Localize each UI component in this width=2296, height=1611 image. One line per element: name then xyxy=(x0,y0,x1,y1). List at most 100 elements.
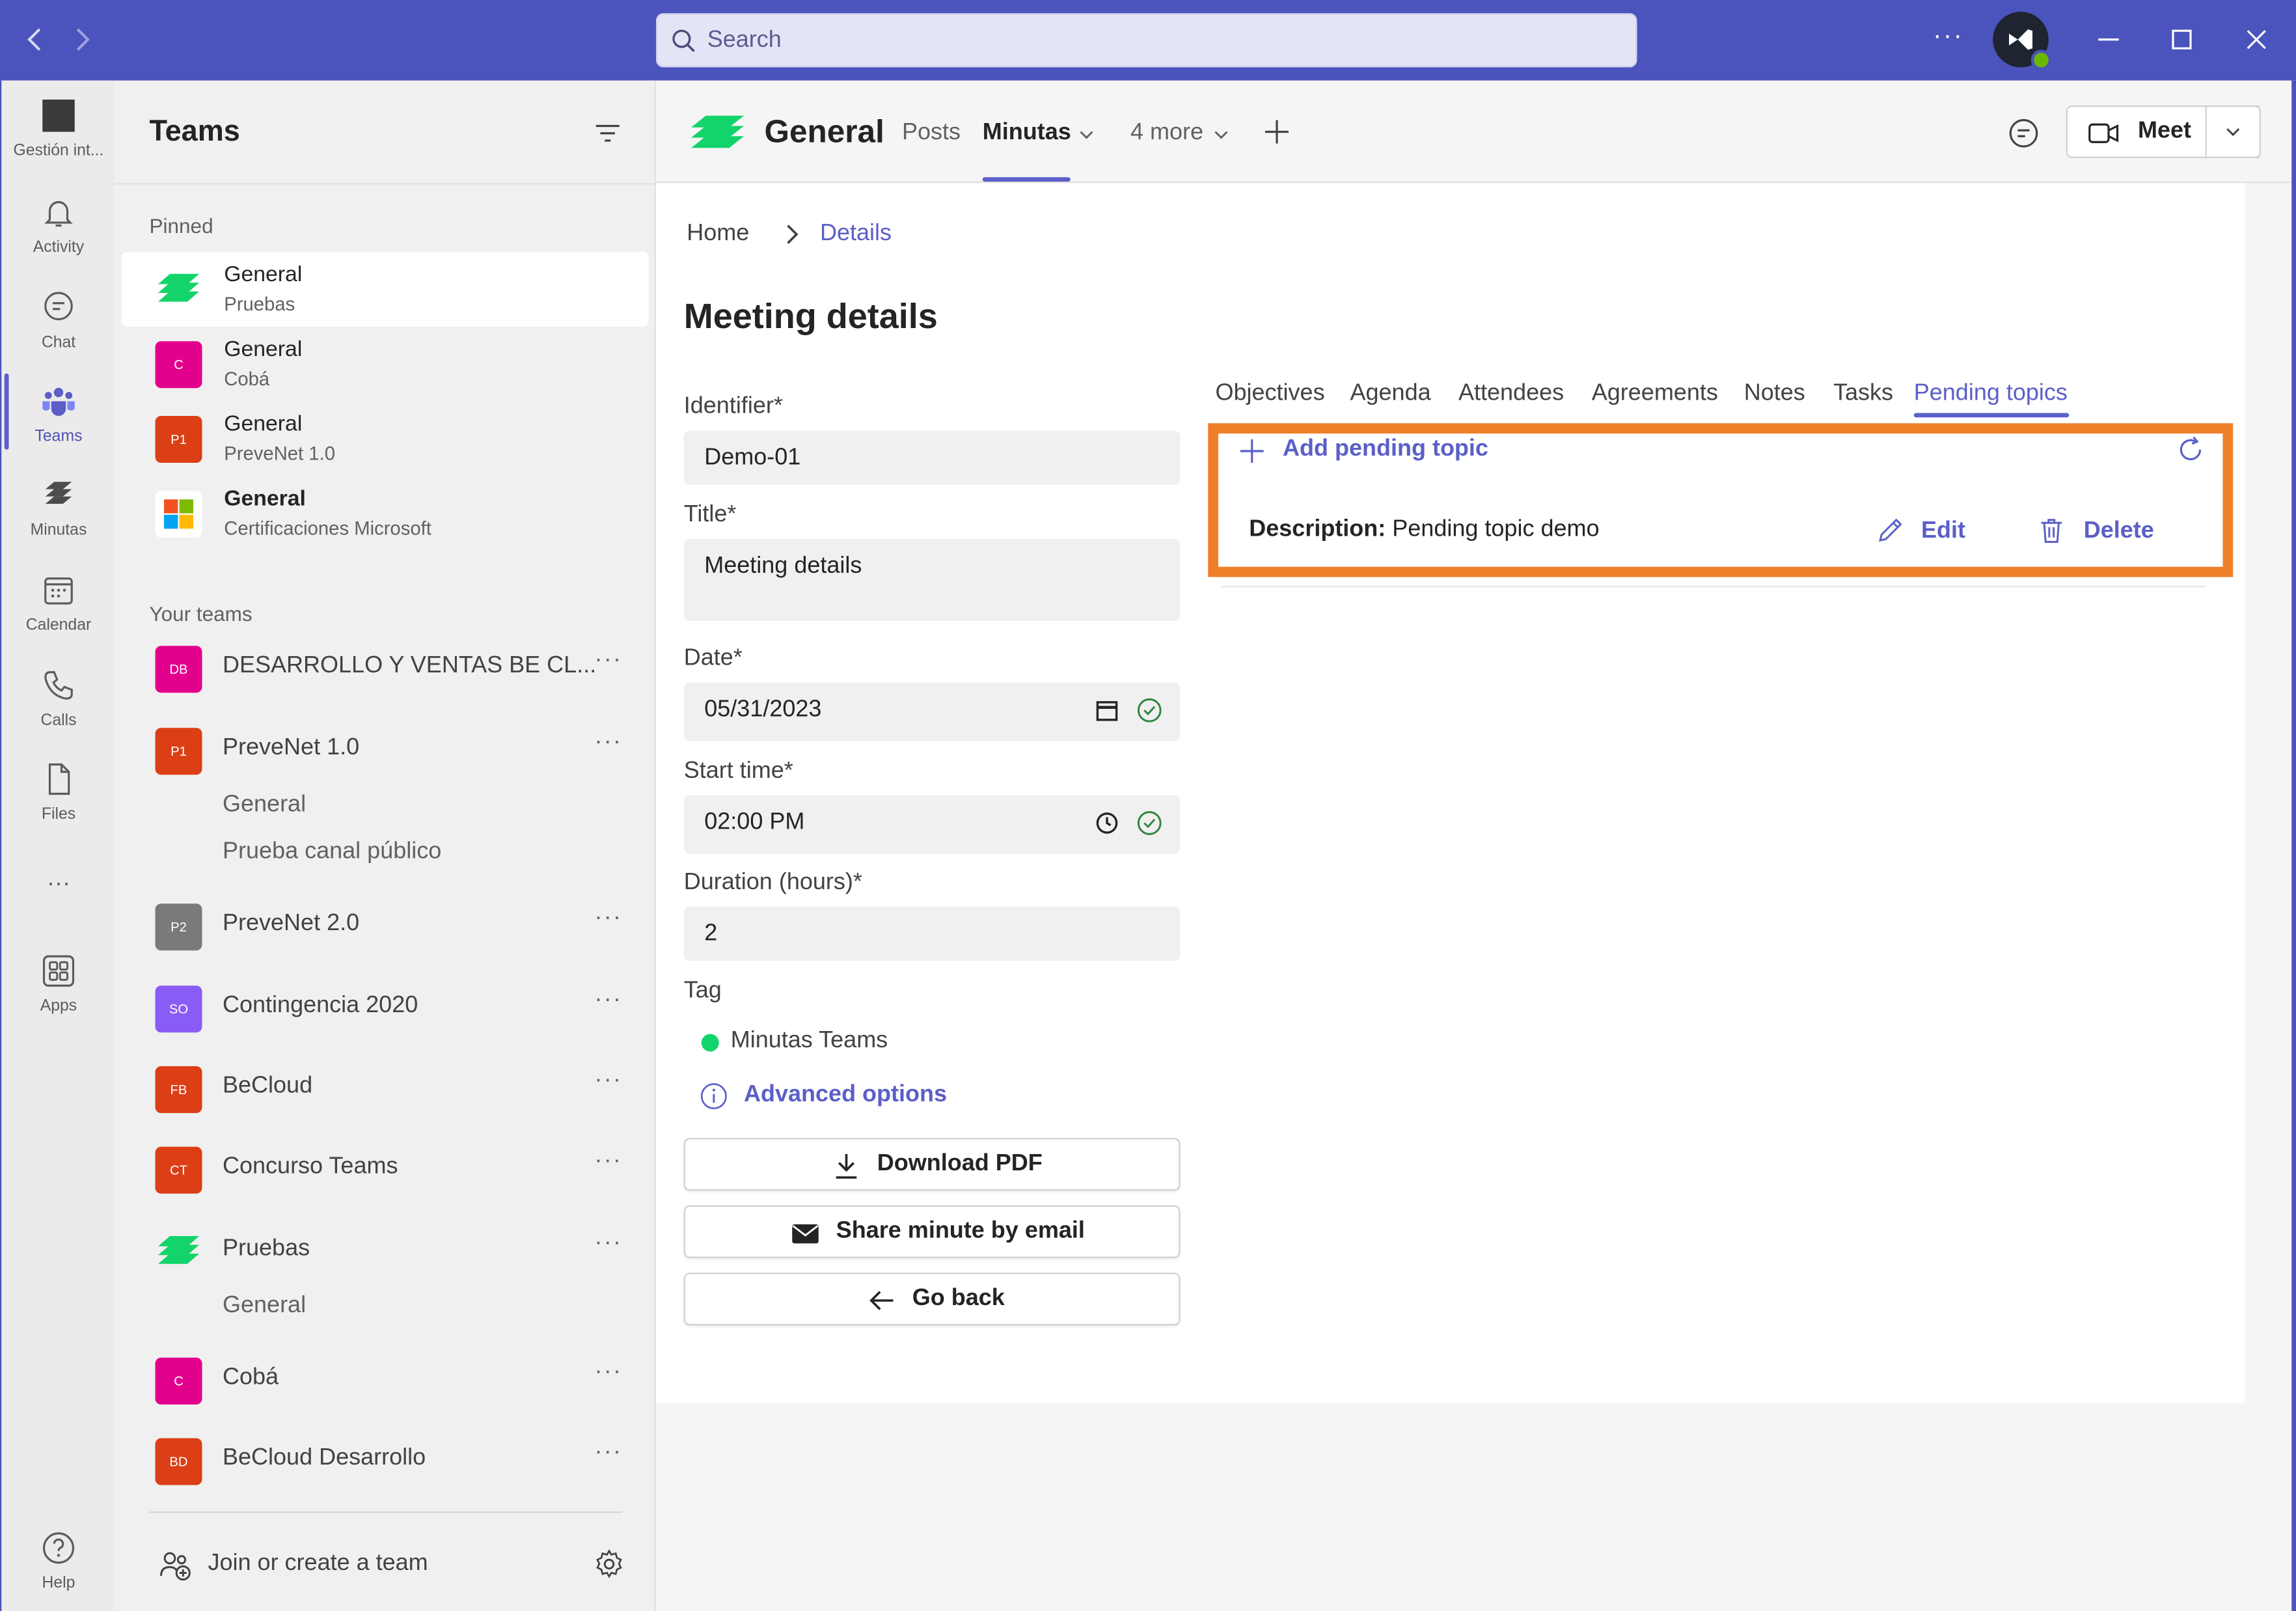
meet-dropdown-button[interactable] xyxy=(2205,105,2261,158)
tab-pending-topics[interactable]: Pending topics xyxy=(1914,381,2068,407)
pinned-item-general-certificaciones[interactable]: General Certificaciones Microsoft xyxy=(122,476,649,551)
go-back-label: Go back xyxy=(912,1286,1005,1311)
avatar[interactable] xyxy=(1993,12,2052,70)
settings-more-icon[interactable]: ··· xyxy=(1933,21,1963,51)
search-input[interactable]: Search xyxy=(656,13,1637,68)
divider xyxy=(149,1511,623,1513)
conversation-icon[interactable] xyxy=(2006,116,2042,151)
team-row[interactable]: P2 PreveNet 2.0 ··· xyxy=(115,896,657,955)
chevron-down-icon[interactable] xyxy=(1078,128,1095,143)
rail-item-apps[interactable]: Apps xyxy=(1,954,116,1045)
back-arrow-icon[interactable] xyxy=(21,23,50,56)
date-label: Date* xyxy=(683,646,743,671)
pinned-item-subtitle: Certificaciones Microsoft xyxy=(224,517,431,539)
tab-more[interactable]: 4 more xyxy=(1130,120,1203,147)
pinned-item-title: General xyxy=(224,337,303,362)
channel-item[interactable]: General xyxy=(223,1293,306,1320)
more-options-icon[interactable]: ··· xyxy=(595,987,623,1014)
gear-icon[interactable] xyxy=(593,1548,625,1580)
more-options-icon[interactable]: ··· xyxy=(595,1440,623,1466)
more-options-icon[interactable]: ··· xyxy=(595,1067,623,1094)
tab-objectives[interactable]: Objectives xyxy=(1216,381,1325,407)
maximize-icon[interactable] xyxy=(2163,21,2201,59)
rail-item-more[interactable]: ··· xyxy=(1,872,116,963)
calendar-icon[interactable] xyxy=(1094,697,1121,724)
file-icon xyxy=(48,763,70,795)
pruebas-logo-icon xyxy=(691,115,744,148)
more-options-icon[interactable]: ··· xyxy=(595,648,623,674)
team-row[interactable]: P1 PreveNet 1.0 ··· xyxy=(115,721,657,779)
rail-item-gestion[interactable]: Gestión int... xyxy=(1,98,116,189)
team-row[interactable]: C Cobá ··· xyxy=(115,1351,657,1409)
pinned-item-general-coba[interactable]: C General Cobá xyxy=(122,327,649,402)
tab-notes[interactable]: Notes xyxy=(1744,381,1805,407)
start-time-field[interactable]: 02:00 PM xyxy=(683,795,1181,854)
forward-arrow-icon[interactable] xyxy=(68,23,97,56)
pinned-item-general-prevenet[interactable]: P1 General PreveNet 1.0 xyxy=(122,402,649,476)
breadcrumb-home[interactable]: Home xyxy=(687,221,749,248)
more-options-icon[interactable]: ··· xyxy=(595,1230,623,1257)
more-options-icon[interactable]: ··· xyxy=(595,905,623,932)
tab-tasks[interactable]: Tasks xyxy=(1833,381,1893,407)
close-icon[interactable] xyxy=(2237,21,2276,59)
team-row[interactable]: BD BeCloud Desarrollo ··· xyxy=(115,1431,657,1489)
title-field[interactable]: Meeting details xyxy=(683,539,1181,621)
team-badge: C xyxy=(155,341,202,389)
team-name: PreveNet 1.0 xyxy=(223,735,360,760)
info-icon xyxy=(700,1083,727,1110)
channel-item[interactable]: General xyxy=(223,792,306,819)
duration-value: 2 xyxy=(704,921,718,946)
start-time-label: Start time* xyxy=(683,758,793,784)
pinned-item-general-pruebas[interactable]: General Pruebas xyxy=(121,252,649,327)
download-pdf-button[interactable]: Download PDF xyxy=(683,1138,1181,1191)
add-people-icon xyxy=(160,1552,191,1581)
team-row[interactable]: DB DESARROLLO Y VENTAS BE CL... ··· xyxy=(115,639,657,697)
team-row[interactable]: Pruebas ··· xyxy=(115,1222,657,1280)
rail-item-label: Teams xyxy=(34,428,83,445)
add-tab-icon[interactable] xyxy=(1263,117,1292,146)
tab-agenda[interactable]: Agenda xyxy=(1350,381,1431,407)
rail-item-chat[interactable]: Chat xyxy=(1,290,116,381)
team-badge: FB xyxy=(155,1066,202,1113)
rail-item-label: Minutas xyxy=(30,521,87,539)
tab-minutas[interactable]: Minutas xyxy=(983,120,1071,147)
filter-icon[interactable] xyxy=(592,118,624,148)
team-row[interactable]: SO Contingencia 2020 ··· xyxy=(115,978,657,1037)
divider xyxy=(1221,586,2206,588)
rail-item-calendar[interactable]: Calendar xyxy=(1,573,116,664)
rail-item-minutas[interactable]: Minutas xyxy=(1,478,116,569)
more-options-icon[interactable]: ··· xyxy=(595,730,623,756)
team-badge: C xyxy=(155,1357,202,1405)
pruebas-logo-icon xyxy=(158,273,199,302)
rail-item-calls[interactable]: Calls xyxy=(1,668,116,759)
channel-item[interactable]: Prueba canal público xyxy=(223,839,441,866)
breadcrumb-details[interactable]: Details xyxy=(820,221,892,248)
chevron-down-icon[interactable] xyxy=(1212,128,1230,143)
share-email-button[interactable]: Share minute by email xyxy=(683,1205,1181,1258)
rail-item-help[interactable]: Help xyxy=(1,1530,116,1611)
go-back-button[interactable]: Go back xyxy=(683,1273,1181,1326)
minimize-icon[interactable] xyxy=(2090,21,2128,59)
clock-icon[interactable] xyxy=(1094,810,1121,836)
microsoft-logo-icon xyxy=(155,490,202,538)
rail-item-activity[interactable]: Activity xyxy=(1,195,116,286)
pinned-section-label: Pinned xyxy=(149,213,213,238)
duration-label: Duration (hours)* xyxy=(683,870,862,895)
more-options-icon[interactable]: ··· xyxy=(595,1359,623,1386)
duration-field[interactable]: 2 xyxy=(683,906,1181,961)
date-field[interactable]: 05/31/2023 xyxy=(683,682,1181,741)
rail-item-files[interactable]: Files xyxy=(1,762,116,853)
tag-value[interactable]: Minutas Teams xyxy=(731,1028,888,1055)
identifier-field[interactable]: Demo-01 xyxy=(683,430,1181,485)
check-circle-icon xyxy=(1137,811,1162,835)
tab-posts[interactable]: Posts xyxy=(902,120,961,147)
team-row[interactable]: FB BeCloud ··· xyxy=(115,1059,657,1118)
tab-attendees[interactable]: Attendees xyxy=(1458,381,1564,407)
advanced-options-link[interactable]: Advanced options xyxy=(744,1082,947,1109)
join-create-team-button[interactable]: Join or create a team xyxy=(158,1545,627,1590)
team-row[interactable]: CT Concurso Teams ··· xyxy=(115,1140,657,1198)
tab-agreements[interactable]: Agreements xyxy=(1592,381,1718,407)
presence-available-icon xyxy=(2030,49,2052,70)
rail-item-teams[interactable]: Teams xyxy=(1,384,116,475)
more-options-icon[interactable]: ··· xyxy=(595,1148,623,1175)
